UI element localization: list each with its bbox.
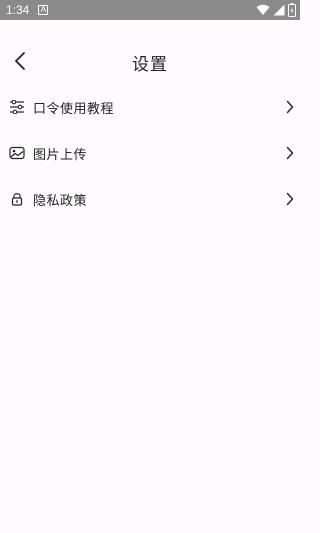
sliders-icon: [9, 99, 25, 115]
menu-item-label: 隐私政策: [33, 194, 88, 209]
page-title: 设置: [132, 55, 168, 75]
chevron-right-icon: [285, 145, 295, 161]
cellular-signal-icon: [273, 4, 285, 16]
menu-item-label: 图片上传: [33, 148, 88, 163]
settings-menu: 口令使用教程 图片上传 隐私政策: [0, 84, 300, 222]
menu-item-label: 口令使用教程: [33, 102, 115, 117]
chevron-right-icon: [285, 99, 295, 115]
header: 设置: [0, 44, 300, 80]
wifi-icon: [256, 4, 270, 15]
image-icon: [9, 145, 25, 161]
menu-item-privacy-policy[interactable]: 隐私政策: [0, 176, 300, 222]
status-time: 1:34: [6, 3, 30, 17]
status-icons: [256, 3, 296, 17]
chevron-right-icon: [285, 191, 295, 207]
menu-item-image-upload[interactable]: 图片上传: [0, 130, 300, 176]
battery-icon: [288, 3, 296, 17]
menu-item-password-tutorial[interactable]: 口令使用教程: [0, 84, 300, 130]
lock-icon: [9, 191, 25, 207]
notification-a-icon: A: [38, 5, 49, 15]
status-bar: 1:34 A: [0, 0, 300, 20]
